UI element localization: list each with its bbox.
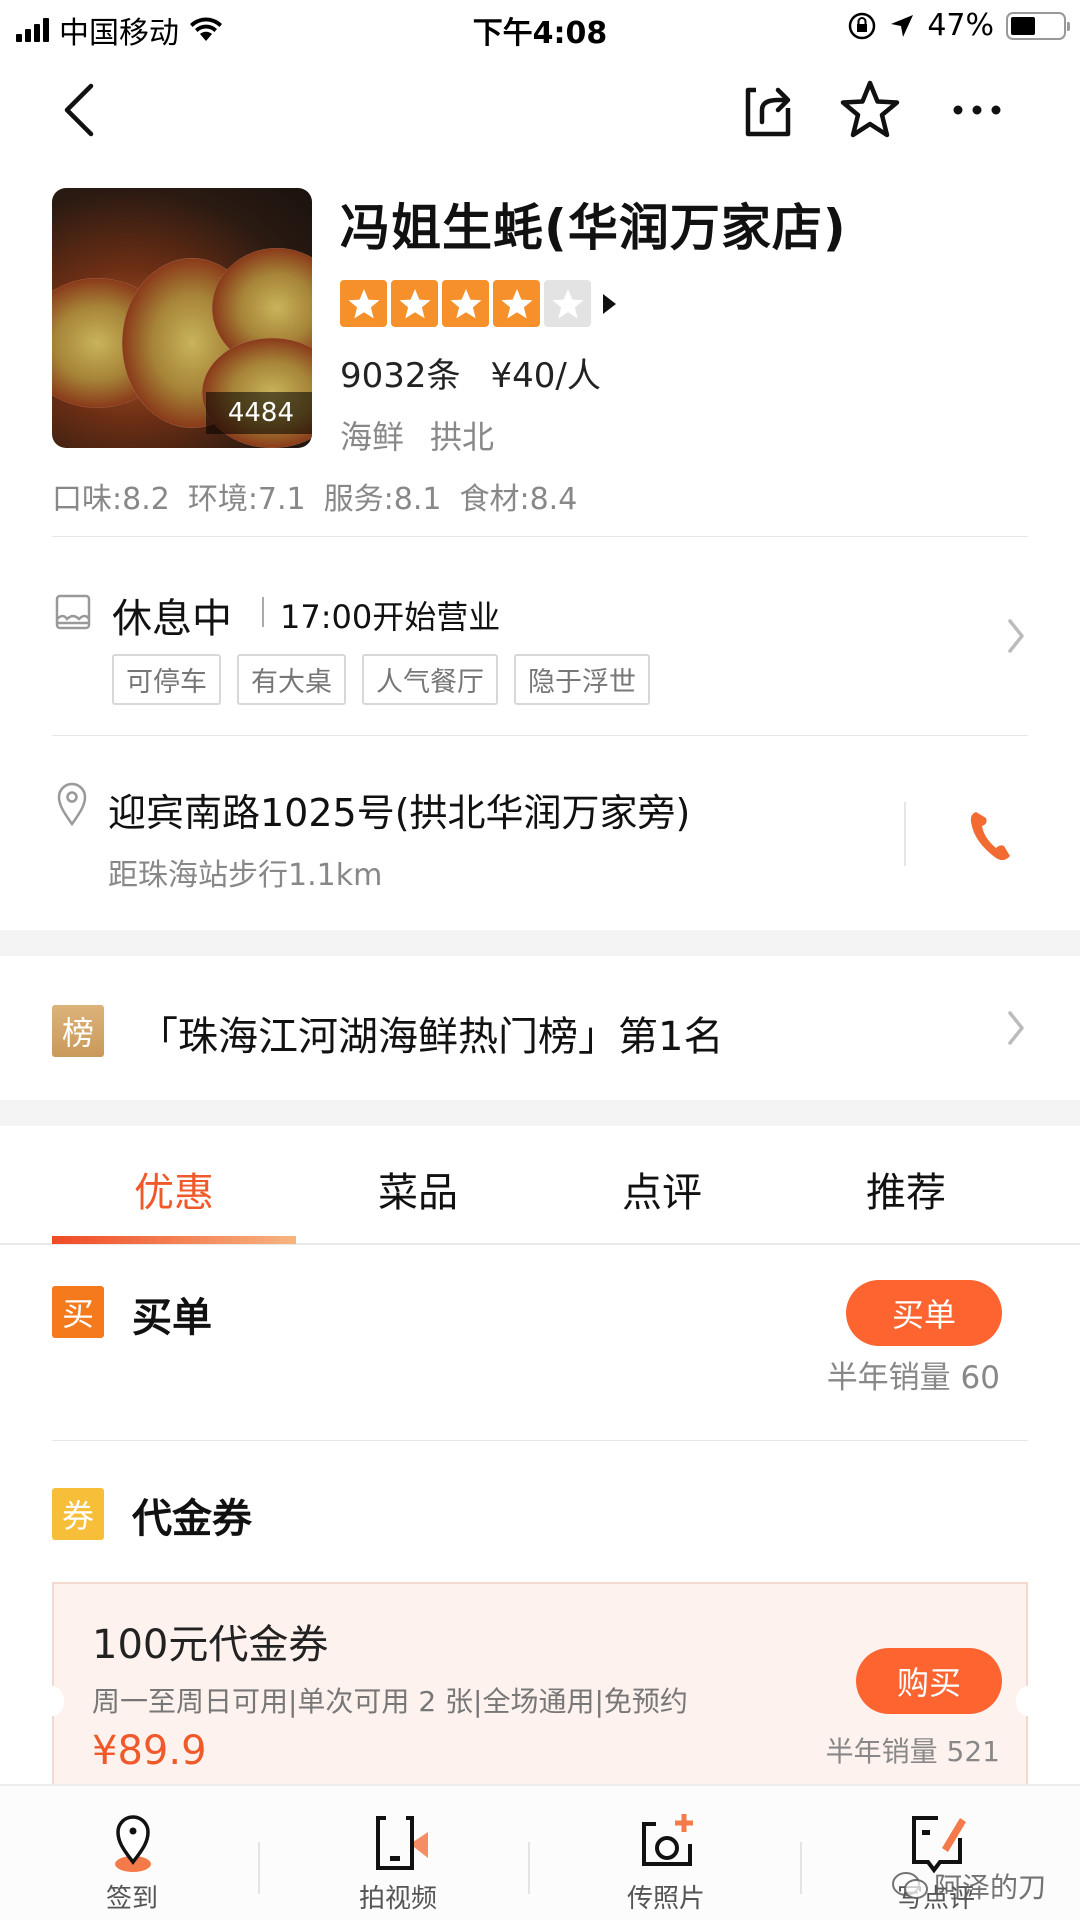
location-arrow-icon (891, 14, 914, 37)
divider (52, 735, 1028, 736)
upload-photo-icon (642, 1814, 693, 1866)
battery-icon (1006, 11, 1070, 40)
opening-time: 17:00开始营业 (280, 598, 501, 636)
voucher-badge: 券 (52, 1488, 104, 1540)
divider (52, 536, 1028, 537)
battery-percent: 47% (927, 8, 994, 43)
feature-tags: 可停车 有大桌 人气餐厅 隐于浮世 (112, 654, 650, 705)
chevron-right-icon[interactable] (1006, 1010, 1026, 1046)
wechat-icon (892, 1872, 928, 1899)
shoot-video-button[interactable]: 拍视频 (278, 1786, 518, 1920)
upload-photo-button[interactable]: 传照片 (546, 1786, 786, 1920)
area: 拱北 (430, 418, 495, 456)
checkin-button[interactable]: 签到 (12, 1786, 252, 1920)
score-environment: 环境:7.1 (187, 482, 306, 517)
section-gap (0, 1100, 1080, 1126)
pay-badge: 买 (52, 1286, 104, 1338)
share-icon[interactable] (738, 80, 798, 140)
favorite-star-icon[interactable] (838, 78, 902, 142)
pay-sales-count: 半年销量 60 (826, 1360, 1000, 1396)
star-filled-icon (442, 280, 489, 327)
separator (800, 1842, 802, 1894)
category: 海鲜 (340, 418, 405, 456)
score-service: 服务:8.1 (323, 482, 442, 517)
separator (262, 597, 264, 627)
voucher-title: 代金券 (132, 1496, 252, 1542)
tab-dishes[interactable]: 菜品 (296, 1130, 540, 1240)
star-empty-icon (544, 280, 591, 327)
tag: 人气餐厅 (362, 654, 498, 705)
ranking-text: 「珠海江河湖海鲜热门榜」第1名 (138, 1014, 724, 1060)
star-filled-icon (493, 280, 540, 327)
tab-recommend[interactable]: 推荐 (784, 1130, 1028, 1240)
star-rating[interactable] (340, 280, 616, 327)
star-filled-icon (340, 280, 387, 327)
back-chevron-icon[interactable] (55, 80, 105, 140)
phone-icon[interactable] (968, 808, 1014, 864)
checkin-label: 签到 (105, 1884, 158, 1914)
pay-title: 买单 (132, 1295, 212, 1341)
street-address: 迎宾南路1025号(拱北华润万家旁) (108, 791, 691, 835)
section-gap (0, 930, 1080, 956)
shop-name: 冯姐生蚝(华润万家店) (340, 199, 847, 257)
price-per-person: ¥40/人 (490, 356, 601, 396)
review-price-line: 9032条 ¥40/人 (340, 348, 601, 397)
shop-front-icon (55, 594, 91, 630)
separator (528, 1842, 530, 1894)
status-bar: 中国移动 下午4:08 47% (0, 0, 1080, 52)
coupon-notch (40, 1686, 64, 1716)
separator (258, 1842, 260, 1894)
coupon-price: ¥89.9 (92, 1728, 207, 1774)
buy-coupon-button[interactable]: 购买 (856, 1648, 1002, 1714)
tag: 可停车 (112, 654, 221, 705)
rotation-lock-icon (849, 12, 876, 39)
tab-reviews[interactable]: 点评 (540, 1130, 784, 1240)
photo-count: 4484 (205, 392, 312, 434)
watermark-text: 阿泽的刀 (934, 1871, 1047, 1904)
chevron-right-icon[interactable] (1006, 618, 1026, 654)
coupon-description: 周一至周日可用|单次可用 2 张|全场通用|免预约 (92, 1685, 688, 1718)
video-icon (376, 1816, 428, 1870)
nav-bar (0, 60, 1080, 160)
star-filled-icon (391, 280, 438, 327)
coupon-title: 100元代金券 (92, 1622, 329, 1668)
sub-scores: 口味:8.2 环境:7.1 服务:8.1 食材:8.4 (52, 474, 577, 518)
write-review-icon (912, 1816, 966, 1874)
tag: 隐于浮世 (514, 654, 650, 705)
score-taste: 口味:8.2 (52, 482, 170, 517)
divider (52, 1440, 1028, 1441)
tag: 有大桌 (237, 654, 346, 705)
checkin-pin-icon (115, 1815, 151, 1872)
active-tab-indicator (52, 1236, 296, 1244)
watermark: 阿泽的刀 (890, 1866, 1046, 1906)
ranking-badge: 榜 (52, 1005, 104, 1057)
coupon-notch (1016, 1686, 1040, 1716)
distance-info: 距珠海站步行1.1km (108, 858, 383, 893)
more-dots-icon[interactable] (950, 80, 1004, 140)
review-count[interactable]: 9032条 (340, 356, 461, 396)
pay-button[interactable]: 买单 (846, 1280, 1002, 1346)
shop-photo[interactable]: 4484 (52, 188, 312, 448)
play-arrow-icon (603, 293, 616, 314)
business-status: 休息中 (112, 596, 232, 642)
photo-label: 传照片 (626, 1884, 705, 1914)
separator (904, 802, 906, 866)
video-label: 拍视频 (358, 1884, 437, 1914)
tab-bar: 优惠 菜品 点评 推荐 (52, 1130, 1028, 1240)
tab-deals[interactable]: 优惠 (52, 1130, 296, 1240)
coupon-sales-count: 半年销量 521 (825, 1735, 1000, 1768)
score-ingredients: 食材:8.4 (459, 482, 578, 517)
location-pin-icon (57, 782, 87, 826)
category-area-line: 海鲜 拱北 (340, 412, 494, 458)
